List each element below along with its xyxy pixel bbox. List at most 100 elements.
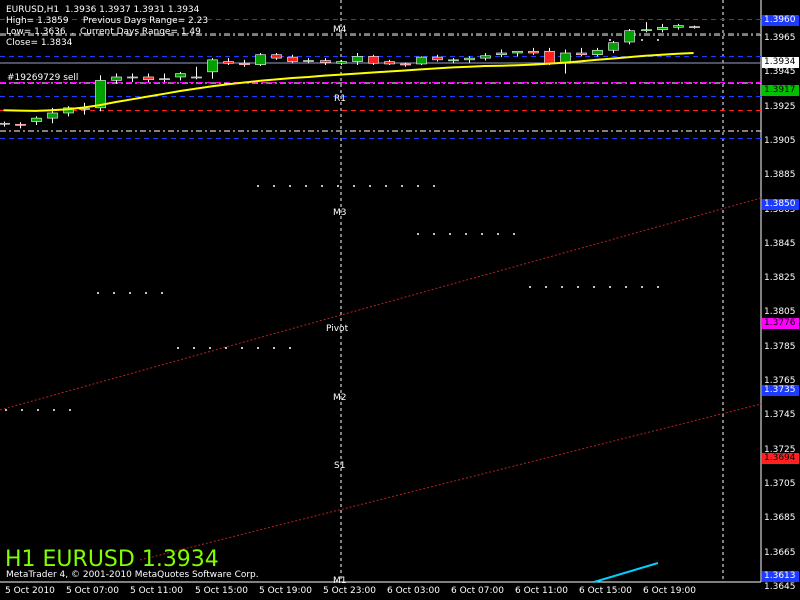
time-tick-label: 5 Oct 07:00 bbox=[66, 586, 119, 596]
price-tick-label: 1.3825 bbox=[764, 273, 796, 284]
range-dot bbox=[657, 286, 659, 288]
range-dot bbox=[321, 185, 323, 187]
trend-channel-upper bbox=[0, 197, 762, 411]
candle-bull bbox=[480, 55, 491, 59]
range-dot bbox=[449, 233, 451, 235]
level-label-r1: R1 bbox=[334, 94, 346, 104]
candle-bear bbox=[689, 26, 700, 28]
range-dot bbox=[641, 39, 643, 41]
trend-channel-lower bbox=[139, 403, 762, 561]
info-low: Low= 1.3636 . Current Days Range= 1.49 bbox=[6, 27, 201, 37]
time-tick-label: 6 Oct 19:00 bbox=[643, 586, 696, 596]
range-dot bbox=[337, 185, 339, 187]
range-dot bbox=[113, 292, 115, 294]
time-tick-label: 5 Oct 15:00 bbox=[195, 586, 248, 596]
price-marker-label: 1.3917 bbox=[762, 85, 799, 96]
time-tick-label: 6 Oct 15:00 bbox=[579, 586, 632, 596]
prev-range-text: Previous Days Range= 2.23 bbox=[82, 16, 209, 26]
range-dot bbox=[593, 286, 595, 288]
price-chart[interactable] bbox=[0, 0, 800, 600]
candle-bear bbox=[544, 50, 555, 64]
level-label-m4: M4 bbox=[333, 25, 347, 35]
chart-window[interactable]: EURUSD,H1 1.3936 1.3937 1.3931 1.3934 Hi… bbox=[0, 0, 800, 600]
moving-average-line bbox=[3, 52, 694, 112]
range-dot bbox=[401, 185, 403, 187]
range-dot bbox=[305, 185, 307, 187]
candle-bear bbox=[368, 56, 379, 64]
range-dot bbox=[193, 347, 195, 349]
candle-bear bbox=[400, 63, 411, 66]
candle-bear bbox=[432, 56, 443, 61]
range-dot bbox=[641, 286, 643, 288]
range-dot bbox=[657, 39, 659, 41]
candle-bull bbox=[512, 50, 523, 54]
candle-bull bbox=[657, 26, 668, 30]
candle-bear bbox=[576, 52, 587, 56]
info-close: Close= 1.3834 bbox=[6, 38, 73, 48]
range-dot bbox=[529, 286, 531, 288]
candle-bull bbox=[336, 61, 347, 64]
time-tick-label: 5 Oct 23:00 bbox=[323, 586, 376, 596]
candle-bear bbox=[320, 60, 331, 63]
range-dot bbox=[609, 286, 611, 288]
range-dot bbox=[257, 185, 259, 187]
candle-bear bbox=[271, 54, 282, 59]
candle-bull bbox=[47, 112, 58, 119]
range-dot bbox=[289, 185, 291, 187]
range-dot bbox=[225, 347, 227, 349]
range-dot bbox=[241, 347, 243, 349]
price-tick-label: 1.3645 bbox=[764, 581, 796, 592]
candle-bull bbox=[159, 78, 170, 80]
candle-bull bbox=[303, 60, 314, 62]
range-dot bbox=[577, 286, 579, 288]
range-dot bbox=[289, 347, 291, 349]
candle-bear bbox=[384, 61, 395, 65]
range-dot bbox=[433, 233, 435, 235]
candle-bull bbox=[352, 56, 363, 62]
range-dot bbox=[561, 286, 563, 288]
range-dot bbox=[53, 409, 55, 411]
range-dot bbox=[69, 409, 71, 411]
candle-bull bbox=[31, 117, 42, 122]
price-tick-label: 1.3845 bbox=[764, 238, 796, 249]
level-label-m2: M2 bbox=[333, 393, 347, 403]
range-dot bbox=[161, 292, 163, 294]
price-marker-label: 1.3694 bbox=[762, 453, 799, 464]
range-dot bbox=[497, 233, 499, 235]
current-range-text: Current Days Range= 1.49 bbox=[79, 27, 201, 37]
candle-bear bbox=[287, 56, 298, 62]
price-marker-label: 1.3850 bbox=[762, 199, 799, 210]
order-label[interactable]: #19269729 sell bbox=[7, 73, 78, 83]
candle-bear bbox=[0, 122, 10, 125]
price-tick-label: 1.3745 bbox=[764, 410, 796, 421]
range-dot bbox=[513, 233, 515, 235]
range-dot bbox=[465, 233, 467, 235]
range-dot bbox=[129, 292, 131, 294]
info-header: EURUSD,H1 1.3936 1.3937 1.3931 1.3934 bbox=[6, 5, 200, 15]
high-text: High= 1.3859 bbox=[6, 16, 69, 26]
price-tick-label: 1.3965 bbox=[764, 33, 796, 43]
time-tick-label: 6 Oct 03:00 bbox=[387, 586, 440, 596]
level-label-s1: S1 bbox=[334, 461, 346, 471]
range-dot bbox=[481, 233, 483, 235]
price-marker-label: 1.3960 bbox=[762, 15, 799, 26]
candle-bull bbox=[464, 57, 475, 61]
range-dot bbox=[209, 347, 211, 349]
range-dot bbox=[273, 347, 275, 349]
candle-bull bbox=[448, 59, 459, 62]
range-dot bbox=[5, 409, 7, 411]
moving-average-2-line bbox=[593, 562, 659, 583]
candle-bear bbox=[143, 76, 154, 81]
candle-bull bbox=[608, 42, 619, 51]
range-dot bbox=[609, 39, 611, 41]
time-tick-label: 6 Oct 11:00 bbox=[515, 586, 568, 596]
range-dot bbox=[177, 347, 179, 349]
price-tick-label: 1.3665 bbox=[764, 547, 796, 558]
chart-title: H1 EURUSD 1.3934 bbox=[5, 547, 219, 572]
price-tick-label: 1.3945 bbox=[764, 67, 796, 78]
range-dot bbox=[273, 185, 275, 187]
candle-bull bbox=[496, 52, 507, 56]
price-marker-label: 1.3776 bbox=[762, 318, 799, 329]
price-tick-label: 1.3805 bbox=[764, 307, 796, 318]
candle-bull bbox=[416, 56, 427, 65]
